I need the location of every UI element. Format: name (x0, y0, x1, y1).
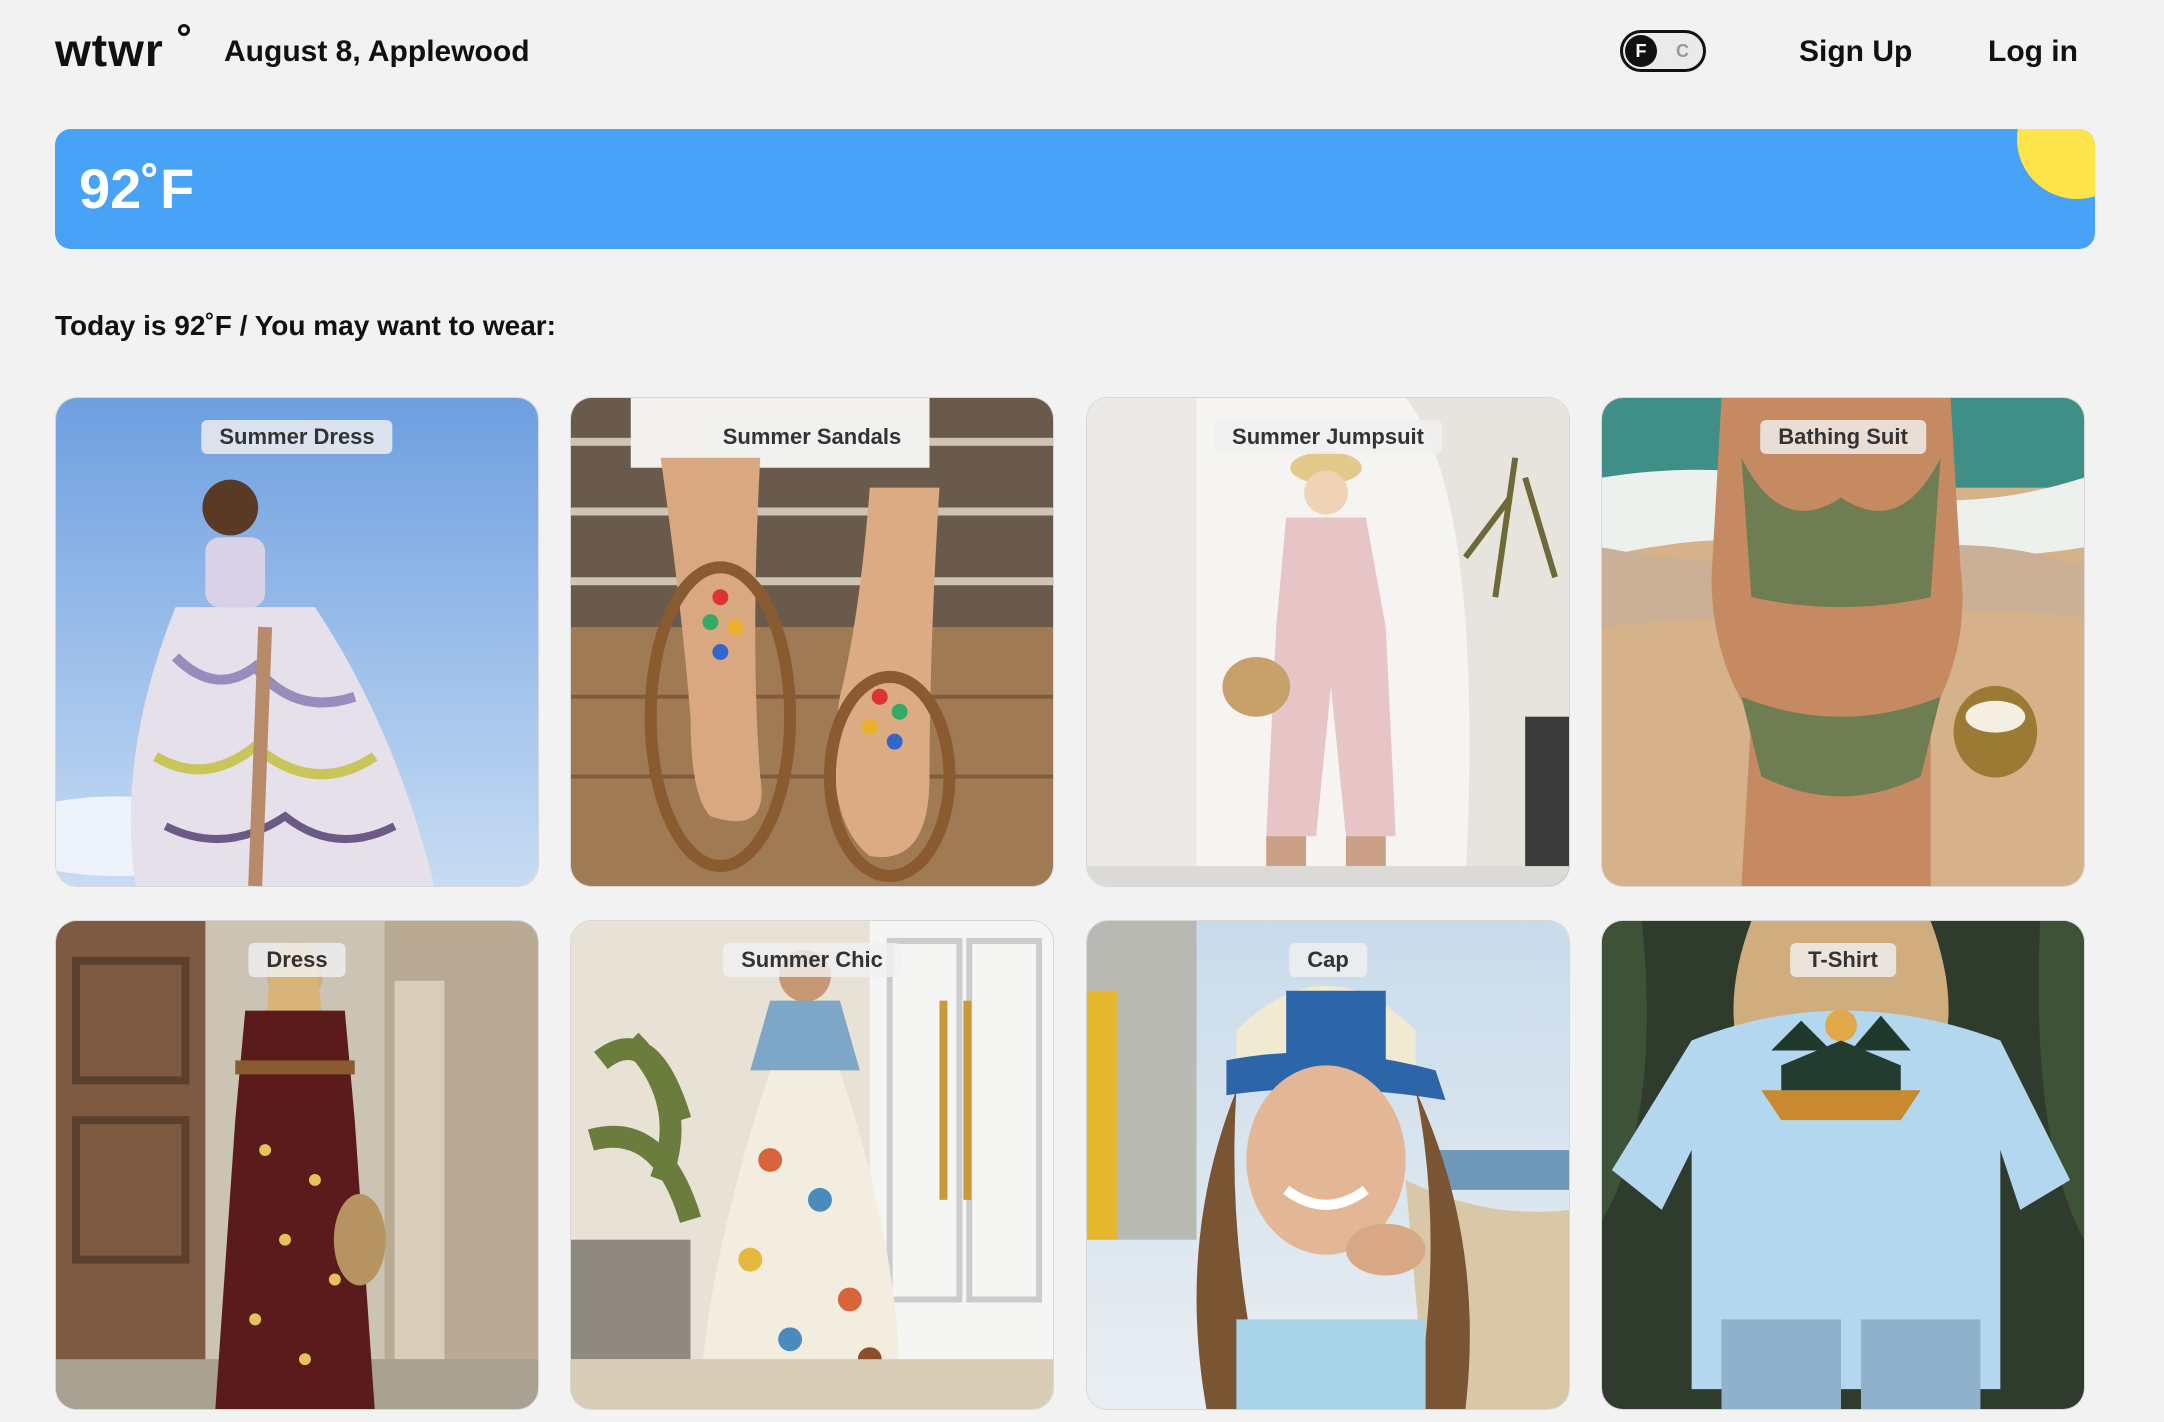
summer-chic-image (571, 921, 1053, 1409)
t-shirt-image (1602, 921, 2084, 1409)
item-label: Summer Chic (723, 943, 901, 977)
summer-dress-image (56, 398, 538, 886)
weather-card: 92˚F (55, 129, 2095, 249)
sun-icon (2017, 129, 2095, 199)
item-card-bathing-suit[interactable]: Bathing Suit (1601, 397, 2085, 887)
toggle-option-fahrenheit[interactable]: F (1625, 35, 1657, 67)
item-card-summer-dress[interactable]: Summer Dress (55, 397, 539, 887)
item-card-summer-jumpsuit[interactable]: Summer Jumpsuit (1086, 397, 1570, 887)
logo[interactable]: wtwr (55, 20, 164, 80)
temperature-display: 92˚F (79, 157, 195, 220)
item-label: Cap (1289, 943, 1367, 977)
item-label: T-Shirt (1790, 943, 1896, 977)
item-card-dress[interactable]: Dress (55, 920, 539, 1410)
temperature-unit-toggle[interactable]: F C (1620, 30, 1706, 72)
date-location: August 8, Applewood (224, 35, 530, 68)
summer-sandals-image (571, 398, 1053, 886)
log-in-button[interactable]: Log in (1988, 32, 2078, 72)
cap-image (1087, 921, 1569, 1409)
item-card-t-shirt[interactable]: T-Shirt (1601, 920, 2085, 1410)
item-label: Summer Jumpsuit (1214, 420, 1442, 454)
item-label: Bathing Suit (1760, 420, 1926, 454)
item-label: Dress (248, 943, 346, 977)
item-label: Summer Sandals (704, 420, 920, 454)
dress-image (56, 921, 538, 1409)
sign-up-button[interactable]: Sign Up (1799, 32, 1912, 72)
recommendation-text: Today is 92˚F / You may want to wear: (55, 310, 557, 341)
bathing-suit-image (1602, 398, 2084, 886)
logo-degree-icon (178, 24, 190, 36)
summer-jumpsuit-image (1087, 398, 1569, 886)
item-label: Summer Dress (201, 420, 393, 454)
header: wtwr August 8, Applewood F C Sign Up Log… (0, 0, 2164, 104)
item-card-summer-sandals[interactable]: Summer Sandals (570, 397, 1054, 887)
toggle-option-celsius[interactable]: C (1676, 33, 1689, 69)
item-card-summer-chic[interactable]: Summer Chic (570, 920, 1054, 1410)
item-card-cap[interactable]: Cap (1086, 920, 1570, 1410)
